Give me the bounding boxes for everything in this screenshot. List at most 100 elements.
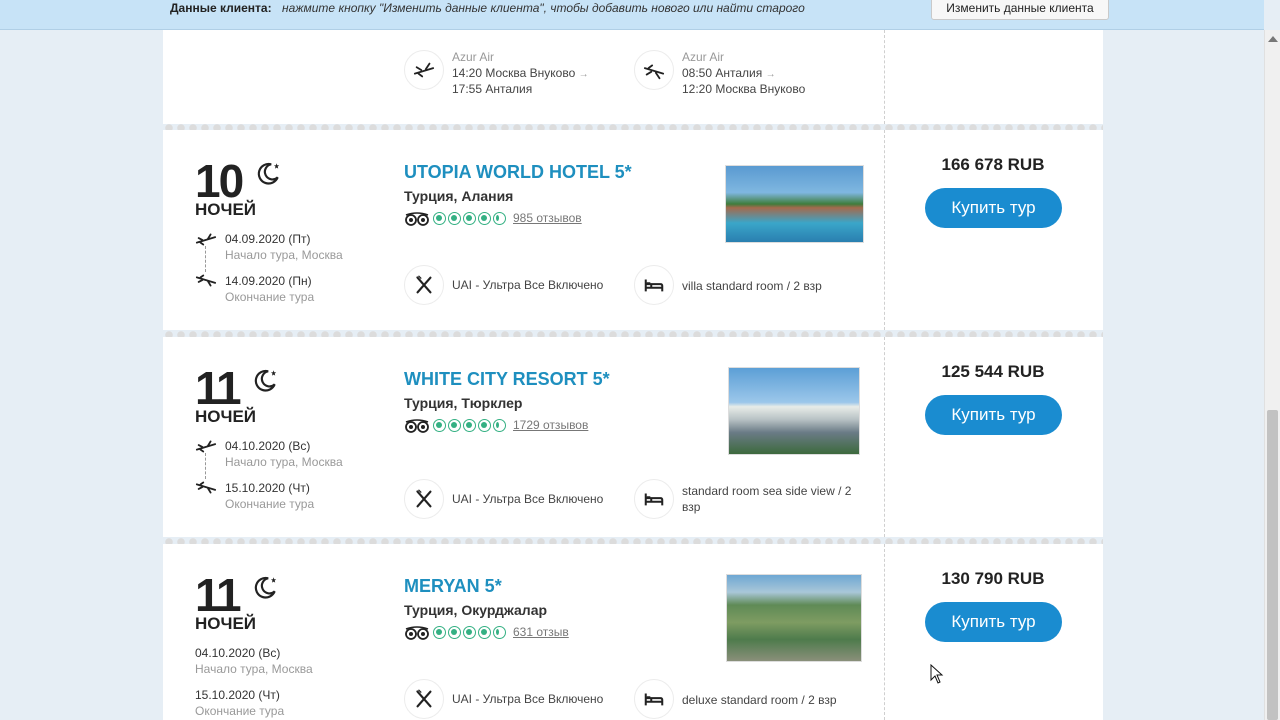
nights-count: 11 xyxy=(195,362,242,414)
rating-bubble xyxy=(433,419,446,432)
tour-dates: 04.10.2020 (Вс) Начало тура, Москва 15.1… xyxy=(195,644,375,720)
outbound-departure: 14:20 Москва Внуково xyxy=(452,66,576,80)
meal-info: UAI - Ультра Все Включено xyxy=(404,479,624,519)
rating-bubble-half xyxy=(493,212,506,225)
tripadvisor-owl-icon xyxy=(405,212,429,226)
scrollbar[interactable] xyxy=(1264,30,1280,720)
scrollbar-thumb[interactable] xyxy=(1267,410,1278,720)
meal-info: UAI - Ультра Все Включено xyxy=(404,265,624,305)
rating-bubble xyxy=(478,419,491,432)
end-caption: Окончание тура xyxy=(195,704,285,718)
start-caption: Начало тура, Москва xyxy=(195,662,313,676)
hotel-name-link[interactable]: WHITE CITY RESORT 5* xyxy=(404,369,610,390)
plane-takeoff-icon xyxy=(195,439,217,453)
end-date: 15.10.2020 (Чт) xyxy=(225,481,310,495)
card-divider xyxy=(884,130,885,330)
cutlery-icon xyxy=(404,679,444,719)
meal-text: UAI - Ультра Все Включено xyxy=(452,692,604,706)
hotel-rating: 985 отзывов xyxy=(404,211,604,227)
nights-block: 10 НОЧЕЙ xyxy=(195,158,355,219)
hotel-name-link[interactable]: MERYAN 5* xyxy=(404,576,502,597)
date-connector xyxy=(205,453,206,479)
cutlery-icon xyxy=(404,479,444,519)
tour-card: 10 НОЧЕЙ 04.09.2020 (Пт) Начало тура, Мо… xyxy=(163,130,1103,330)
rating-bubble xyxy=(463,419,476,432)
room-text: standard room sea side view / 2 взр xyxy=(682,484,852,514)
inbound-flight: Azur Air 08:50 Анталия → 12:20 Москва Вн… xyxy=(634,50,854,100)
hotel-location: Турция, Алания xyxy=(404,188,514,204)
buy-tour-button[interactable]: Купить тур xyxy=(925,395,1062,435)
plane-landing-icon xyxy=(634,50,674,90)
plane-takeoff-icon xyxy=(195,232,217,246)
client-bar: Данные клиента: нажмите кнопку "Изменить… xyxy=(0,0,1264,30)
client-label: Данные клиента: xyxy=(170,1,272,15)
start-date: 04.10.2020 (Вс) xyxy=(195,646,281,660)
inbound-airline: Azur Air xyxy=(682,50,725,64)
plane-landing-icon xyxy=(195,274,217,288)
inbound-arrival: 12:20 Москва Внуково xyxy=(682,82,806,96)
moon-icon xyxy=(253,367,279,398)
nights-block: 11 НОЧЕЙ xyxy=(195,569,355,633)
rating-bubble xyxy=(448,419,461,432)
hotel-location: Турция, Окурджалар xyxy=(404,602,548,618)
start-caption: Начало тура, Москва xyxy=(225,455,343,469)
end-caption: Окончание тура xyxy=(225,497,315,511)
plane-landing-icon xyxy=(195,481,217,495)
card-divider xyxy=(884,544,885,720)
reviews-link[interactable]: 631 отзыв xyxy=(513,625,569,639)
rating-bubble xyxy=(478,626,491,639)
end-caption: Окончание тура xyxy=(225,290,315,304)
plane-takeoff-icon xyxy=(404,50,444,90)
rating-bubble xyxy=(433,212,446,225)
scroll-up-icon[interactable] xyxy=(1268,36,1278,42)
tour-card: 11 НОЧЕЙ 04.10.2020 (Вс) Начало тура, Мо… xyxy=(163,337,1103,537)
hotel-photo[interactable] xyxy=(728,367,860,455)
nights-label: НОЧЕЙ xyxy=(195,407,257,426)
bed-icon xyxy=(634,479,674,519)
start-caption: Начало тура, Москва xyxy=(225,248,343,262)
hotel-rating: 631 отзыв xyxy=(404,625,604,641)
tour-price: 166 678 RUB xyxy=(941,155,1045,174)
mouse-cursor-icon xyxy=(930,664,944,684)
rating-bubble xyxy=(463,212,476,225)
tour-price: 130 790 RUB xyxy=(941,569,1045,588)
nights-block: 11 НОЧЕЙ xyxy=(195,362,355,426)
buy-tour-button[interactable]: Купить тур xyxy=(925,602,1062,642)
tour-dates: 04.10.2020 (Вс) Начало тура, Москва 15.1… xyxy=(195,437,375,513)
hotel-photo[interactable] xyxy=(725,165,864,243)
outbound-airline: Azur Air xyxy=(452,50,495,64)
room-info: standard room sea side view / 2 взр xyxy=(634,479,864,519)
rating-bubble xyxy=(448,626,461,639)
inbound-departure: 08:50 Анталия xyxy=(682,66,763,80)
moon-icon xyxy=(256,160,282,191)
rating-bubble-half xyxy=(493,419,506,432)
rating-bubble-half xyxy=(493,626,506,639)
client-hint: нажмите кнопку "Изменить данные клиента"… xyxy=(282,1,805,15)
end-date: 14.09.2020 (Пн) xyxy=(225,274,312,288)
rating-bubble xyxy=(463,626,476,639)
outbound-flight: Azur Air 14:20 Москва Внуково → 17:55 Ан… xyxy=(404,50,624,100)
tripadvisor-owl-icon xyxy=(405,419,429,433)
reviews-link[interactable]: 1729 отзывов xyxy=(513,418,588,432)
tour-dates: 04.09.2020 (Пт) Начало тура, Москва 14.0… xyxy=(195,230,375,306)
cutlery-icon xyxy=(404,265,444,305)
arrow-right-icon: → xyxy=(578,69,589,80)
nights-label: НОЧЕЙ xyxy=(195,614,257,633)
bed-icon xyxy=(634,679,674,719)
room-info: deluxe standard room / 2 взр xyxy=(634,679,864,719)
change-client-button[interactable]: Изменить данные клиента xyxy=(931,0,1109,20)
rating-bubble xyxy=(433,626,446,639)
bed-icon xyxy=(634,265,674,305)
card-divider xyxy=(884,337,885,537)
end-date: 15.10.2020 (Чт) xyxy=(195,688,280,702)
hotel-photo[interactable] xyxy=(726,574,862,662)
buy-tour-button[interactable]: Купить тур xyxy=(925,188,1062,228)
reviews-link[interactable]: 985 отзывов xyxy=(513,211,582,225)
moon-icon xyxy=(253,574,279,605)
tripadvisor-owl-icon xyxy=(405,626,429,640)
hotel-name-link[interactable]: UTOPIA WORLD HOTEL 5* xyxy=(404,162,632,183)
hotel-rating: 1729 отзывов xyxy=(404,418,604,434)
start-date: 04.09.2020 (Пт) xyxy=(225,232,311,246)
nights-label: НОЧЕЙ xyxy=(195,200,257,219)
nights-count: 11 xyxy=(195,569,242,621)
